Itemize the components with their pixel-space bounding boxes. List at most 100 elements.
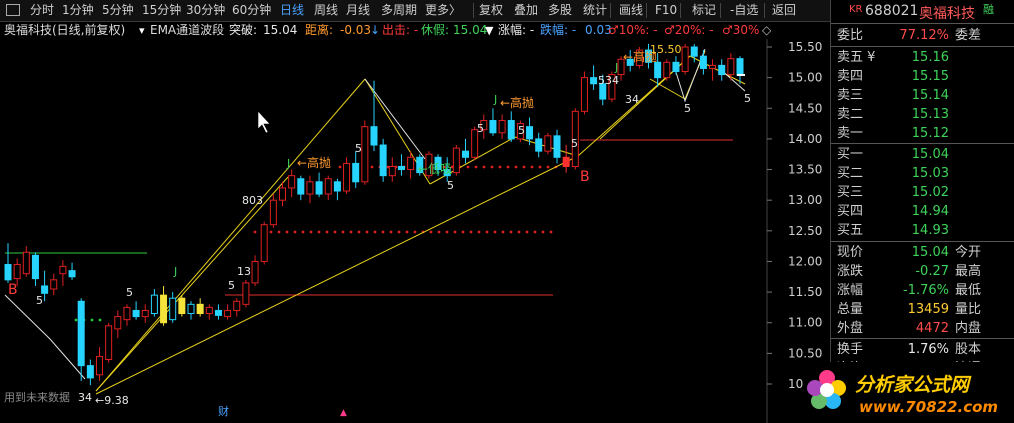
candle-body (105, 325, 113, 360)
quote-row-label2: 今开 (955, 245, 982, 260)
settings-diamond-icon[interactable]: ◇ (762, 22, 771, 39)
candle-body (672, 61, 680, 73)
quote-row-label2: 最高 (955, 264, 982, 279)
wave-number: 5 (744, 92, 751, 105)
mouse-cursor-icon (257, 110, 271, 134)
dropdown-icon[interactable]: ▾ (139, 22, 145, 39)
dotted-level (461, 230, 465, 234)
dotted-level (98, 318, 102, 322)
candle-body (279, 187, 286, 201)
candle-body (269, 199, 277, 226)
window-menu-icon[interactable] (6, 4, 20, 16)
toolbar-item-2[interactable]: 5分钟 (102, 0, 134, 21)
candle-body (397, 165, 405, 171)
ask-row: 卖五 ¥ 15.16 (831, 48, 1014, 67)
j-signal: J (173, 265, 177, 278)
toolbar-item-3[interactable]: 15分钟 (142, 0, 181, 21)
toolbar-item-4[interactable]: 30分钟 (186, 0, 225, 21)
candle-body (169, 297, 177, 321)
ask-row: 卖二 15.13 (831, 105, 1014, 124)
y-tick-label: 12.50 (788, 224, 822, 238)
toolbar-item-10[interactable]: 更多〉 (425, 0, 461, 21)
j-signal: J (286, 157, 290, 170)
y-tick-label: 15.50 (788, 40, 822, 54)
dotted-level (538, 165, 542, 169)
ask-row-label: 卖一 (837, 126, 864, 141)
toolbar-item-19[interactable]: 返回 (772, 0, 796, 21)
toolbar-item-7[interactable]: 周线 (314, 0, 338, 21)
candle-body (462, 150, 469, 158)
margin-flag: 融 (983, 3, 994, 16)
ask-row-label: 卖三 (837, 88, 864, 103)
candle-body (31, 254, 39, 280)
candle-body (526, 126, 534, 140)
toolbar-item-6[interactable]: 日线 (280, 0, 304, 21)
peak-price-label: 15.50 (650, 43, 682, 56)
exit-label: 出击: - (382, 23, 419, 37)
candle-body (553, 135, 561, 158)
dotted-level (469, 230, 473, 234)
indicator-name[interactable]: EMA通道波段 (150, 22, 224, 39)
toolbar-item-17[interactable]: 标记 (692, 0, 716, 21)
toolbar-item-18[interactable]: -自选 (730, 0, 758, 21)
quote-row: 总量 13459 量比 (831, 300, 1014, 319)
candle-body (242, 282, 250, 305)
quote-row-label: 现价 (837, 245, 864, 260)
distance-label: 距离: (305, 23, 334, 37)
candle-body (489, 120, 497, 134)
dotted-level (501, 230, 505, 234)
kline-chart[interactable]: 15.50 15.00 14.50 14.00 13.50 13.00 12.50 12.00… (0, 39, 830, 423)
ask-row-label: 卖四 (837, 69, 864, 84)
candle-body (736, 58, 744, 76)
y-tick-label: 11.00 (788, 316, 822, 330)
candle-body (141, 309, 149, 318)
toolbar-item-9[interactable]: 多周期 (381, 0, 417, 21)
toolbar-item-14[interactable]: 统计 (583, 0, 607, 21)
breakout-label: 突破: (229, 23, 258, 37)
divider (831, 143, 1014, 144)
toolbar-item-15[interactable]: 画线 (619, 0, 643, 21)
dotted-level (74, 318, 78, 322)
bid-row-value: 14.94 (911, 204, 949, 219)
pct20: ♂20%: - (664, 23, 714, 37)
toolbar-item-12[interactable]: 叠加 (514, 0, 538, 21)
toolbar-item-11[interactable]: 复权 (479, 0, 503, 21)
candle-body (4, 264, 12, 281)
bid-row: 买五 14.93 (831, 221, 1014, 240)
toolbar-separator (680, 3, 681, 18)
stock-title[interactable]: 奥福科技(日线,前复权) (4, 22, 125, 39)
candle-body (361, 126, 369, 183)
toolbar-item-8[interactable]: 月线 (346, 0, 370, 21)
dotted-level (277, 230, 281, 234)
dotted-level (541, 230, 545, 234)
toolbar-item-1[interactable]: 1分钟 (62, 0, 94, 21)
stock-name: 奥福科技 (919, 6, 975, 22)
high-sell-label: ←高抛 (297, 155, 331, 170)
toolbar-item-5[interactable]: 60分钟 (232, 0, 271, 21)
wave-number: 5 (228, 279, 235, 292)
candle-body (407, 156, 415, 171)
toolbar-item-16[interactable]: F10 (655, 0, 677, 21)
wave-number: 5 (126, 286, 133, 299)
low-price-label: ←9.38 (95, 394, 129, 407)
bid-row-label: 买一 (837, 147, 864, 162)
flower-logo-icon (807, 370, 846, 409)
dotted-level (506, 165, 510, 169)
y-tick-label: 15.00 (788, 71, 822, 85)
toolbar-item-0[interactable]: 分时 (30, 0, 54, 21)
low-label: 跌幅: - (540, 23, 577, 37)
quote-row-label2: 内盘 (955, 321, 982, 336)
dotted-level (389, 230, 393, 234)
quote-row: 现价 15.04 今开 (831, 243, 1014, 262)
toolbar-item-13[interactable]: 多股 (548, 0, 572, 21)
j-signal: J (614, 61, 618, 74)
bid-row-value: 15.02 (911, 185, 949, 200)
candle-body (544, 135, 552, 152)
candle-body (13, 264, 21, 280)
dotted-level (285, 230, 289, 234)
quote-row-label2: 量比 (955, 302, 982, 317)
quote-row-label: 涨跌 (837, 264, 864, 279)
dotted-level (453, 230, 457, 234)
quote-row-label: 外盘 (837, 321, 864, 336)
y-tick-label: 12.00 (788, 254, 822, 268)
